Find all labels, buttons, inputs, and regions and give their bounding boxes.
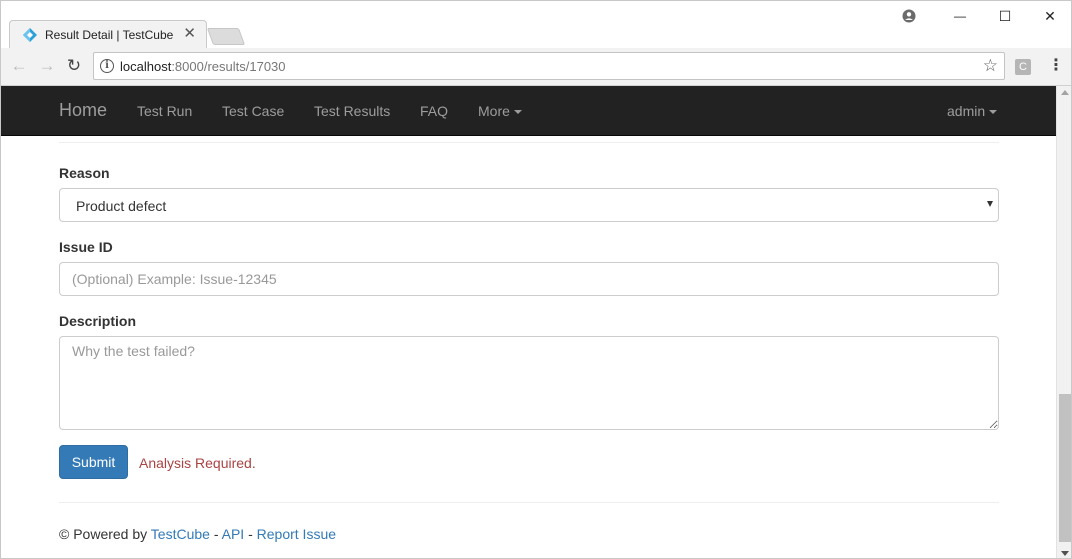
back-button[interactable]: ← [9,56,29,76]
nav-dropdown-user[interactable]: admin [947,103,998,119]
page-viewport: Home Test Run Test Case Test Results FAQ… [1,86,1056,558]
browser-toolbar: ← → ↻ i localhost:8000/results/17030 ☆ C… [1,48,1071,86]
info-icon[interactable]: i [100,59,114,73]
page-footer: © Powered by TestCube - API - Report Iss… [59,526,336,542]
footer-prefix: © Powered by [59,526,151,542]
star-icon[interactable]: ☆ [983,56,998,76]
footer-link-report-issue[interactable]: Report Issue [257,526,336,542]
reason-label: Reason [59,165,110,181]
url-path: :8000/results/17030 [171,59,286,74]
footer-link-api[interactable]: API [222,526,245,542]
url-text: localhost:8000/results/17030 [120,59,286,74]
maximize-button[interactable]: ☐ [985,5,1025,27]
caret-down-icon [989,110,998,115]
reason-select[interactable]: Product defect [59,188,999,222]
footer-separator: - [244,526,257,542]
footer-separator: - [209,526,222,542]
browser-window: Result Detail | TestCube ✕ — ☐ ✕ ← → ↻ i… [0,0,1072,559]
nav-more-label: More [478,103,510,119]
issue-id-label: Issue ID [59,239,113,255]
minimize-button[interactable]: — [940,5,980,27]
nav-link-faq[interactable]: FAQ [420,103,448,119]
footer-divider [59,502,999,503]
footer-link-testcube[interactable]: TestCube [151,526,210,542]
testcube-logo-icon [23,28,37,42]
scrollbar-thumb[interactable] [1059,394,1071,542]
profile-icon[interactable] [902,9,916,23]
page-scrollbar[interactable] [1056,86,1071,558]
caret-down-icon [513,110,522,115]
nav-dropdown-more[interactable]: More [478,103,522,119]
tab-close-icon[interactable]: ✕ [183,26,196,42]
kebab-menu-icon[interactable]: ⋮ [1048,56,1064,76]
scroll-down-arrow-icon[interactable] [1061,551,1069,556]
nav-link-test-run[interactable]: Test Run [137,103,192,119]
analysis-status-text: Analysis Required. [139,455,256,471]
section-divider [59,142,999,143]
reload-button[interactable]: ↻ [64,56,84,76]
reason-select-value: Product defect [76,198,167,214]
new-tab-button[interactable] [206,28,246,45]
nav-user-label: admin [947,103,986,119]
browser-tab[interactable]: Result Detail | TestCube ✕ [9,20,207,49]
url-host: localhost [120,59,172,74]
close-window-button[interactable]: ✕ [1030,5,1070,27]
issue-id-input[interactable] [59,262,999,296]
nav-link-test-case[interactable]: Test Case [222,103,284,119]
nav-link-test-results[interactable]: Test Results [314,103,390,119]
forward-button[interactable]: → [37,56,57,76]
tab-title: Result Detail | TestCube [45,28,174,42]
description-textarea[interactable] [59,336,999,430]
address-bar[interactable]: i localhost:8000/results/17030 ☆ [93,52,1005,80]
extension-icon[interactable]: C [1015,59,1031,75]
description-label: Description [59,313,137,329]
submit-button[interactable]: Submit [59,445,128,479]
chevron-down-icon [987,201,993,207]
title-bar: Result Detail | TestCube ✕ — ☐ ✕ [1,1,1071,49]
nav-brand-home[interactable]: Home [59,100,107,121]
site-navbar: Home Test Run Test Case Test Results FAQ… [1,86,1056,136]
scroll-up-arrow-icon[interactable] [1061,90,1069,95]
